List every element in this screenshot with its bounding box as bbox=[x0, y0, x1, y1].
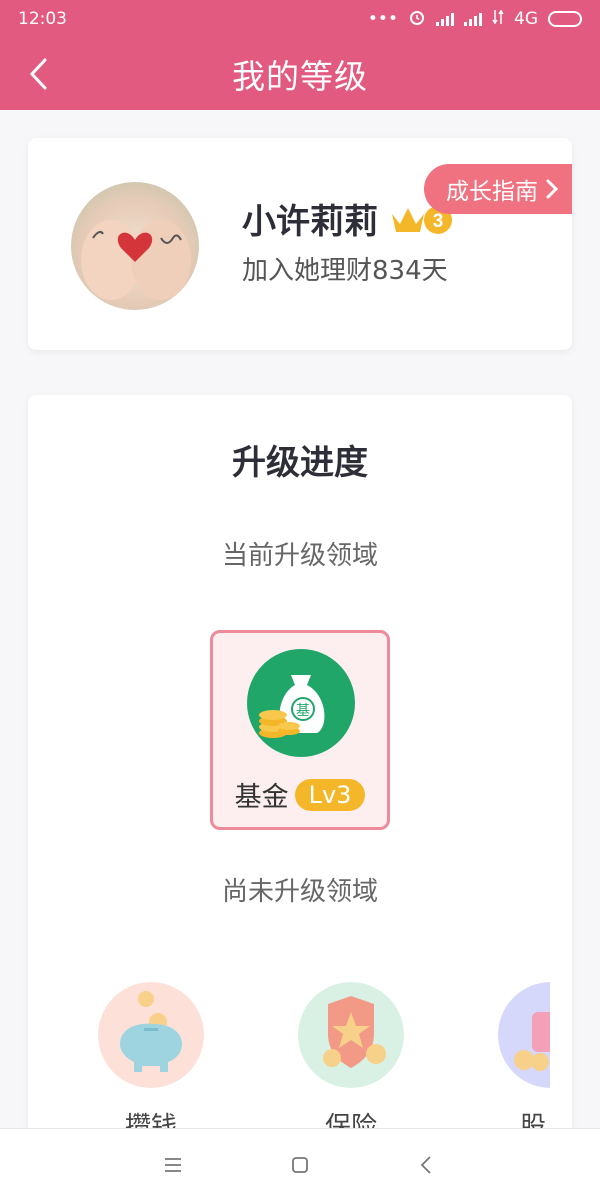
growth-guide-label: 成长指南 bbox=[446, 179, 538, 205]
joined-days: 加入她理财834天 bbox=[242, 256, 448, 286]
username: 小许莉莉 bbox=[242, 202, 378, 242]
back-nav-button[interactable] bbox=[402, 1140, 452, 1190]
stock-icon bbox=[498, 982, 550, 1088]
avatar[interactable] bbox=[71, 182, 199, 310]
chevron-left-icon bbox=[420, 1155, 431, 1174]
pending-domain-save[interactable]: 攒钱 bbox=[98, 982, 204, 1128]
current-domain-label: 当前升级领域 bbox=[221, 541, 378, 571]
system-navigation-bar bbox=[0, 1128, 600, 1200]
status-icons: ••• 4G bbox=[368, 8, 582, 31]
square-icon bbox=[292, 1156, 308, 1173]
signal-icon bbox=[436, 12, 454, 26]
fund-label-row: 基金 Lv3 bbox=[213, 775, 387, 814]
upgrade-progress-card: 升级进度 当前升级领域 基 基金 Lv3 尚未升级领域 攒钱 保险 股 bbox=[28, 395, 572, 1128]
growth-guide-button[interactable]: 成长指南 bbox=[424, 164, 572, 214]
profile-card: 小许莉莉 3 加入她理财834天 成长指南 bbox=[28, 138, 572, 350]
pending-domain-insurance[interactable]: 保险 bbox=[298, 982, 404, 1128]
money-bag-icon: 基 bbox=[247, 649, 355, 757]
network-type: 4G bbox=[514, 9, 538, 29]
home-button[interactable] bbox=[275, 1140, 325, 1190]
alarm-icon bbox=[408, 8, 426, 31]
top-bar: 我的等级 bbox=[0, 38, 600, 110]
fund-icon-text: 基 bbox=[296, 702, 310, 719]
signal-icon bbox=[464, 12, 482, 26]
status-time: 12:03 bbox=[18, 9, 67, 29]
pending-domain-name: 股 bbox=[520, 1112, 547, 1128]
username-row: 小许莉莉 3 bbox=[242, 194, 454, 243]
pending-domain-name: 攒钱 bbox=[124, 1112, 177, 1128]
more-dots-icon: ••• bbox=[367, 9, 398, 29]
crown-level: 3 bbox=[433, 211, 444, 232]
data-transfer-icon bbox=[492, 9, 504, 30]
chevron-left-icon bbox=[29, 58, 47, 90]
menu-icon bbox=[165, 1157, 182, 1172]
section-title: 升级进度 bbox=[232, 443, 368, 483]
main-content[interactable]: 小许莉莉 3 加入她理财834天 成长指南 升级进度 当前升级领域 基 基金 L… bbox=[0, 110, 600, 1128]
battery-icon bbox=[548, 11, 582, 27]
menu-button[interactable] bbox=[148, 1140, 198, 1190]
love-hands-image bbox=[81, 220, 191, 300]
piggy-bank-icon bbox=[98, 982, 204, 1088]
back-button[interactable] bbox=[10, 46, 66, 102]
chevron-right-icon bbox=[546, 179, 558, 199]
shield-star-icon bbox=[298, 982, 404, 1088]
level-badge: Lv3 bbox=[294, 778, 366, 811]
pending-domain-label: 尚未升级领域 bbox=[221, 877, 378, 907]
page-title: 我的等级 bbox=[232, 57, 368, 96]
pending-domain-name: 保险 bbox=[324, 1112, 377, 1128]
current-domain-fund[interactable]: 基 基金 Lv3 bbox=[210, 630, 390, 830]
domain-name: 基金 bbox=[234, 782, 289, 813]
pending-domain-stock[interactable]: 股 bbox=[498, 982, 572, 1128]
status-bar: 12:03 ••• 4G bbox=[0, 0, 600, 38]
